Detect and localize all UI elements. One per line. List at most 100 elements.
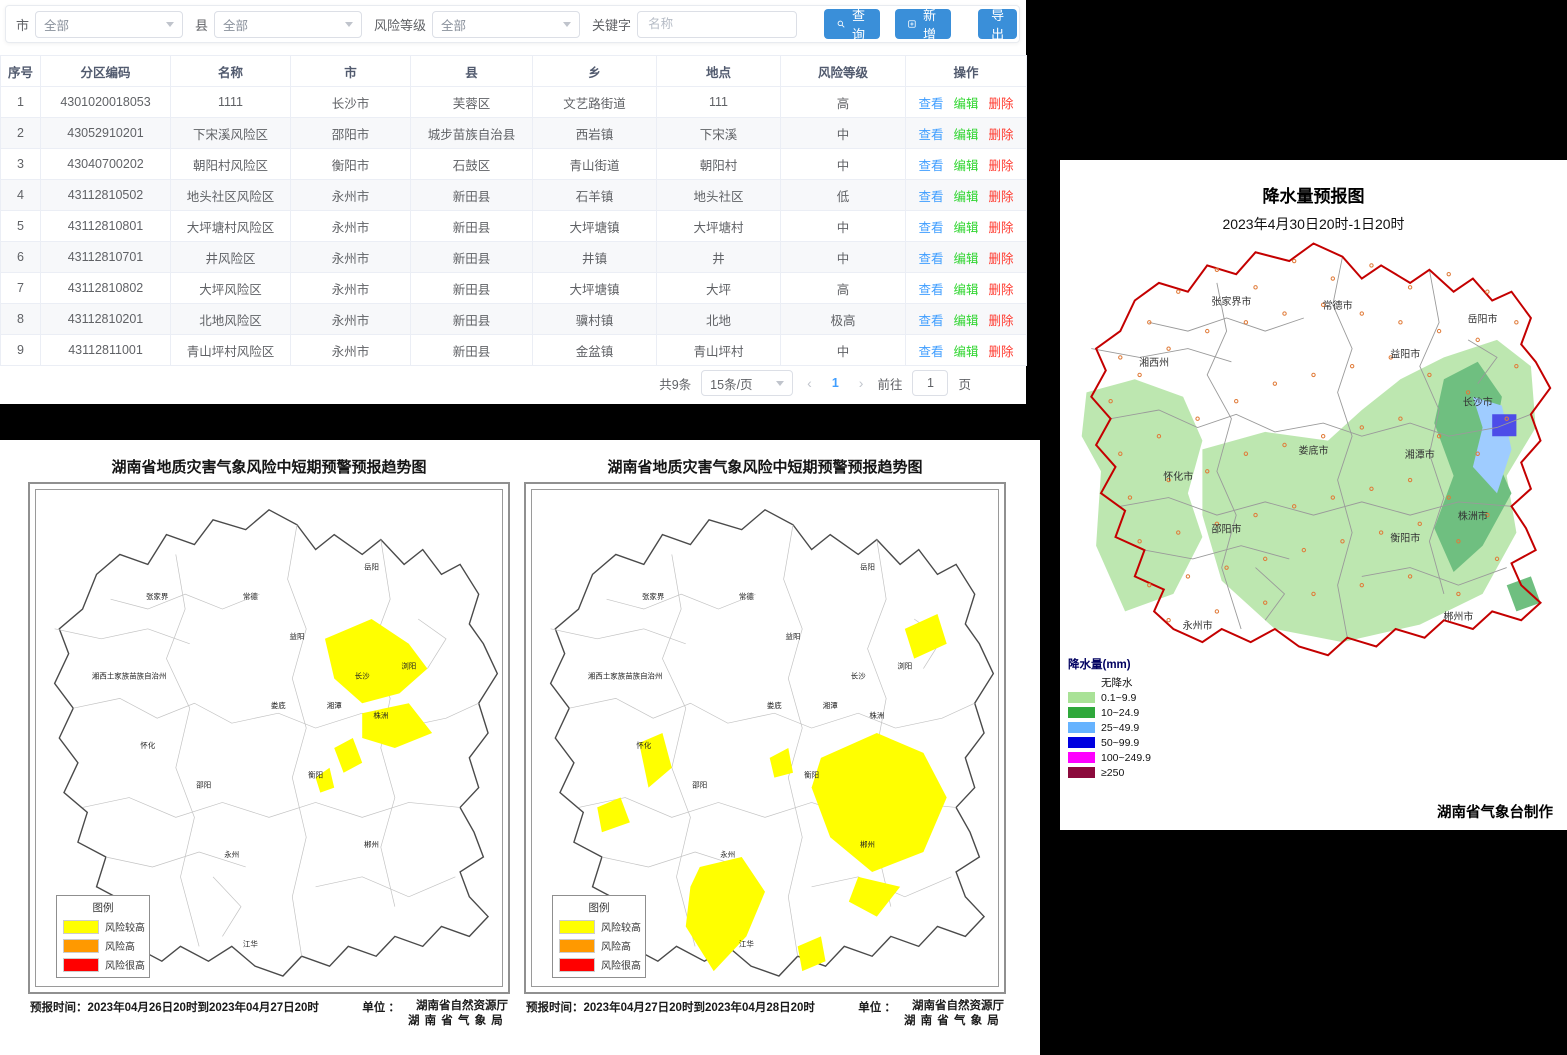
edit-link[interactable]: 编辑 <box>953 283 978 297</box>
current-page[interactable]: 1 <box>826 376 845 390</box>
cell-town: 大坪塘镇 <box>533 211 657 242</box>
city-label: 永州市 <box>1183 619 1213 632</box>
del-link[interactable]: 删除 <box>989 345 1014 359</box>
view-link[interactable]: 查看 <box>918 314 943 328</box>
cell-town: 大坪塘镇 <box>533 273 657 304</box>
legend-swatch <box>63 920 99 934</box>
region-label: 张家界 <box>642 591 665 601</box>
edit-link[interactable]: 编辑 <box>953 128 978 142</box>
risk-select[interactable]: 全部 <box>432 11 580 38</box>
view-link[interactable]: 查看 <box>918 221 943 235</box>
cell-no: 7 <box>1 273 41 304</box>
region-label: 衡阳 <box>804 770 819 780</box>
edit-link[interactable]: 编辑 <box>953 190 978 204</box>
legend-item: 25~49.9 <box>1068 721 1198 734</box>
view-link[interactable]: 查看 <box>918 97 943 111</box>
region-label: 湘潭 <box>327 701 342 710</box>
edit-link[interactable]: 编辑 <box>953 252 978 266</box>
region-label: 怀化 <box>140 740 155 750</box>
cell-no: 2 <box>1 118 41 149</box>
cell-place: 大坪塘村 <box>657 211 781 242</box>
legend-swatch <box>1068 737 1095 748</box>
region-label: 益阳 <box>290 631 305 641</box>
precip-legend-rows: 无降水0.1~9.910~24.925~49.950~99.9100~249.9… <box>1068 676 1198 779</box>
edit-link[interactable]: 编辑 <box>953 345 978 359</box>
org-line-2: 湖南省气象局 <box>408 1015 508 1027</box>
del-link[interactable]: 删除 <box>989 97 1014 111</box>
legend-swatch <box>559 958 595 972</box>
legend-label: 风险高 <box>105 938 135 953</box>
precip-map-svg: 湘西州张家界市常德市岳阳市益阳市长沙市娄底市湘潭市怀化市邵阳市衡阳市株洲市永州市… <box>1072 226 1555 664</box>
city-filter: 市 全部 <box>16 11 183 38</box>
cell-name: 井风险区 <box>171 242 291 273</box>
cell-town: 石羊镇 <box>533 180 657 211</box>
search-icon <box>837 18 845 30</box>
cell-county: 芙蓉区 <box>411 87 533 118</box>
edit-link[interactable]: 编辑 <box>953 314 978 328</box>
cell-code: 4301020018053 <box>41 87 171 118</box>
risk-select-value: 全部 <box>441 15 466 34</box>
del-link[interactable]: 删除 <box>989 283 1014 297</box>
del-link[interactable]: 删除 <box>989 128 1014 142</box>
edit-link[interactable]: 编辑 <box>953 159 978 173</box>
region-label: 株洲 <box>869 710 884 720</box>
del-link[interactable]: 删除 <box>989 221 1014 235</box>
cell-city: 永州市 <box>291 211 411 242</box>
cell-county: 新田县 <box>411 242 533 273</box>
query-button[interactable]: 查询 <box>824 9 880 39</box>
view-link[interactable]: 查看 <box>918 283 943 297</box>
del-link[interactable]: 删除 <box>989 159 1014 173</box>
next-page-button[interactable]: › <box>855 375 868 391</box>
cell-risk: 中 <box>781 335 906 366</box>
cell-risk: 高 <box>781 273 906 304</box>
keyword-input[interactable] <box>637 11 797 38</box>
col-header-county: 县 <box>411 56 533 87</box>
county-select[interactable]: 全部 <box>214 11 362 38</box>
keyword-filter: 关键字 <box>592 11 797 38</box>
cell-code: 43112810201 <box>41 304 171 335</box>
city-label: 益阳市 <box>1390 347 1420 360</box>
cell-place: 井 <box>657 242 781 273</box>
edit-link[interactable]: 编辑 <box>953 97 978 111</box>
del-link[interactable]: 删除 <box>989 252 1014 266</box>
export-button[interactable]: 导出 <box>978 9 1017 39</box>
page-size-value: 15条/页 <box>710 374 752 393</box>
cell-place: 北地 <box>657 304 781 335</box>
cell-actions: 查看编辑删除 <box>906 273 1027 304</box>
city-label: 怀化市 <box>1163 470 1193 483</box>
region-label: 浏阳 <box>897 661 912 671</box>
city-label: 株洲市 <box>1458 509 1488 522</box>
view-link[interactable]: 查看 <box>918 159 943 173</box>
cell-actions: 查看编辑删除 <box>906 304 1027 335</box>
precip-legend-title: 降水量(mm) <box>1068 656 1198 672</box>
view-link[interactable]: 查看 <box>918 252 943 266</box>
precip-map-credit: 湖南省气象台制作 <box>1437 801 1553 822</box>
table-row: 143010200180531111长沙市芙蓉区文艺路街道111高查看编辑删除 <box>1 87 1027 118</box>
cell-city: 永州市 <box>291 242 411 273</box>
prev-page-button[interactable]: ‹ <box>803 375 816 391</box>
cell-actions: 查看编辑删除 <box>906 335 1027 366</box>
cell-code: 43112810801 <box>41 211 171 242</box>
view-link[interactable]: 查看 <box>918 128 943 142</box>
cell-risk: 高 <box>781 87 906 118</box>
city-filter-label: 市 <box>16 15 29 34</box>
edit-link[interactable]: 编辑 <box>953 221 978 235</box>
region-label: 常德 <box>739 591 754 601</box>
del-link[interactable]: 删除 <box>989 314 1014 328</box>
view-link[interactable]: 查看 <box>918 345 943 359</box>
goto-page-input[interactable] <box>912 370 948 396</box>
del-link[interactable]: 删除 <box>989 190 1014 204</box>
region-label: 永州 <box>224 849 239 859</box>
cell-town: 金盆镇 <box>533 335 657 366</box>
cell-town: 骥村镇 <box>533 304 657 335</box>
station-marker-icon <box>1447 272 1450 275</box>
view-link[interactable]: 查看 <box>918 190 943 204</box>
cell-risk: 中 <box>781 149 906 180</box>
add-button[interactable]: 新增 <box>895 9 951 39</box>
city-select[interactable]: 全部 <box>35 11 183 38</box>
legend-swatch <box>559 939 595 953</box>
page-size-select[interactable]: 15条/页 <box>701 370 793 396</box>
region-label: 江华 <box>243 938 258 948</box>
cell-county: 新田县 <box>411 273 533 304</box>
query-button-label: 查询 <box>850 5 867 43</box>
